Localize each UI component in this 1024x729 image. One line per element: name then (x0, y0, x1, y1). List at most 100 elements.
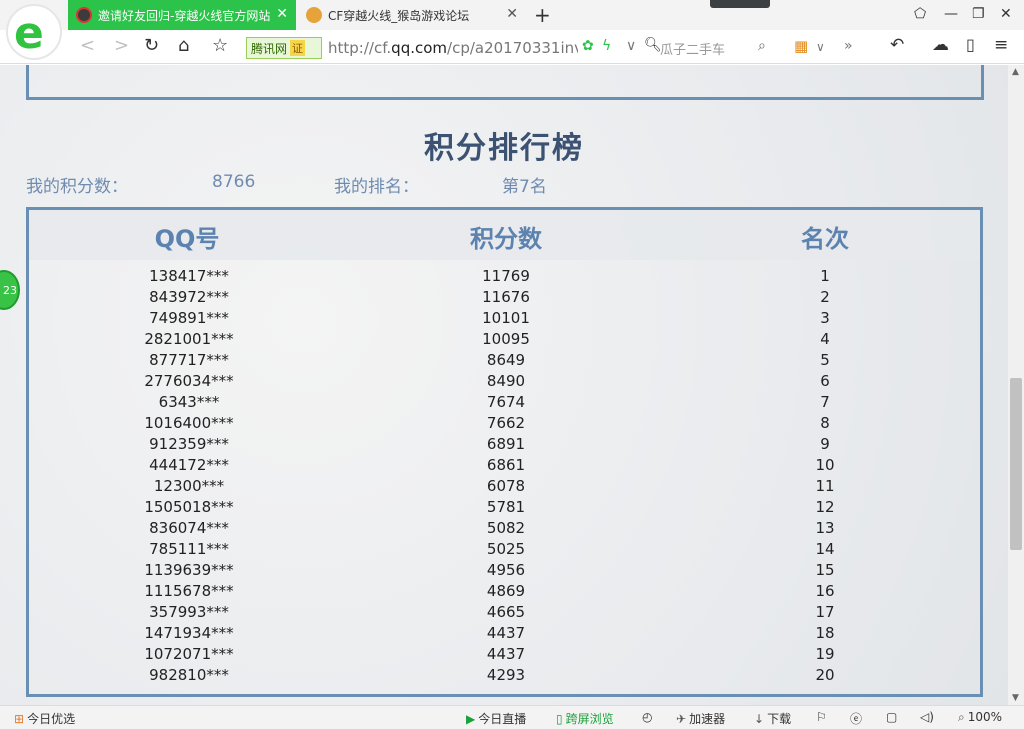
cell-points: 10095 (482, 330, 530, 348)
phone-icon[interactable]: ▯ (966, 35, 975, 54)
address-dropdown-icon[interactable]: ∨ (626, 38, 636, 54)
cell-rank: 7 (820, 393, 830, 411)
cross-screen-label: 跨屏浏览 (565, 712, 614, 726)
cell-rank: 14 (815, 540, 835, 558)
cell-qq: 2776034*** (144, 372, 234, 390)
scroll-up-icon[interactable]: ▲ (1012, 67, 1019, 77)
cell-rank: 6 (820, 372, 830, 390)
monkey-favicon-icon (306, 7, 322, 23)
volume-icon[interactable]: ◁) (920, 710, 934, 724)
cell-rank: 20 (815, 666, 835, 684)
table-row: 12300*** 6078 11 (29, 476, 980, 497)
cross-screen-button[interactable]: ▯ 跨屏浏览 (556, 710, 614, 727)
new-tab-button[interactable]: + (534, 3, 551, 27)
url-domain: qq.com (391, 39, 448, 57)
cell-points: 7674 (486, 393, 526, 411)
site-verify-badge[interactable]: 腾讯网 证 (246, 37, 322, 59)
skin-icon[interactable]: ⬠ (914, 6, 926, 22)
security-shield-icon[interactable]: ✿ (582, 38, 594, 54)
vertical-scrollbar[interactable]: ▲ ▼ (1008, 65, 1024, 705)
window-icon[interactable]: ▢ (886, 710, 897, 724)
verify-cert-badge: 证 (290, 40, 306, 56)
undo-icon[interactable]: ↶ (890, 35, 904, 55)
cell-rank: 2 (820, 288, 830, 306)
tab-title: CF穿越火线_猴岛游戏论坛 (328, 8, 470, 23)
tab-title: 邀请好友回归-穿越火线官方网站 (98, 8, 271, 23)
menu-icon[interactable]: ≡ (994, 35, 1008, 55)
cell-qq: 12300*** (153, 477, 225, 495)
page-title: 积分排行榜 (424, 131, 584, 166)
cell-points: 11769 (482, 267, 530, 285)
apps-icon[interactable]: ▦ (794, 37, 808, 55)
my-rank-value: 第7名 (502, 177, 547, 197)
close-tab-icon[interactable]: ✕ (506, 6, 518, 22)
column-header-qq: QQ号 (154, 225, 220, 253)
cell-qq: 749891*** (149, 309, 229, 327)
close-window-icon[interactable]: ✕ (1000, 6, 1012, 22)
forward-icon[interactable]: > (114, 35, 129, 56)
cell-qq: 1115678*** (144, 582, 234, 600)
ie-icon[interactable]: ⓔ (850, 710, 862, 727)
cell-qq: 2821001*** (144, 330, 234, 348)
cell-rank: 3 (820, 309, 830, 327)
address-input[interactable]: http://cf.qq.com/cp/a20170331inv (328, 39, 578, 57)
cell-points: 6078 (486, 477, 526, 495)
zoom-control[interactable]: ⌕ 100% (958, 710, 1002, 725)
cell-rank: 5 (820, 351, 830, 369)
navigation-bar: < > ↻ ⌂ ☆ 腾讯网 证 http://cf.qq.com/cp/a201… (0, 30, 1024, 64)
download-label: 下载 (767, 712, 792, 726)
cell-qq: 1471934*** (144, 624, 234, 642)
table-row: 2821001*** 10095 4 (29, 329, 980, 350)
table-row: 912359*** 6891 9 (29, 434, 980, 455)
tab-inactive[interactable]: CF穿越火线_猴岛游戏论坛 ✕ (298, 0, 526, 30)
cell-points: 4956 (486, 561, 526, 579)
page-content: 积分排行榜 我的积分数： 8766 我的排名： 第7名 QQ号 积分数 名次 1… (0, 65, 1008, 705)
column-header-rank: 名次 (801, 225, 849, 253)
table-body: 138417*** 11769 1 843972*** 11676 2 749891*** 1… (29, 266, 980, 686)
favorite-star-icon[interactable]: ☆ (212, 35, 228, 56)
flag-icon[interactable]: ⚐ (816, 710, 827, 724)
cell-points: 6891 (486, 435, 526, 453)
scrollbar-thumb[interactable] (1010, 378, 1022, 550)
scroll-down-icon[interactable]: ▼ (1012, 693, 1019, 703)
cell-rank: 15 (815, 561, 835, 579)
accelerator-label: 加速器 (689, 712, 726, 726)
search-icon[interactable]: ⌕ (758, 38, 766, 54)
cell-qq: 444172*** (149, 456, 229, 474)
play-icon: ▶ (466, 712, 476, 726)
table-row: 1016400*** 7662 8 (29, 413, 980, 434)
cell-qq: 1016400*** (144, 414, 234, 432)
minimize-icon[interactable]: — (944, 6, 958, 22)
cell-rank: 4 (820, 330, 830, 348)
tab-active[interactable]: 邀请好友回归-穿越火线官方网站 ✕ (68, 0, 296, 30)
more-icon[interactable]: » (844, 38, 853, 54)
apps-dropdown-icon[interactable]: ∨ (816, 40, 825, 54)
my-points-label: 我的积分数： (26, 177, 128, 197)
live-button[interactable]: ▶ 今日直播 (466, 710, 526, 727)
my-rank-label: 我的排名： (334, 177, 419, 197)
cell-qq: 843972*** (149, 288, 229, 306)
table-row: 982810*** 4293 20 (29, 665, 980, 686)
speed-bolt-icon[interactable]: ϟ (602, 38, 611, 54)
restore-icon[interactable]: ❐ (972, 6, 985, 22)
download-button[interactable]: ↓ 下载 (754, 710, 791, 727)
cell-points: 7662 (486, 414, 526, 432)
accelerator-button[interactable]: ✈ 加速器 (676, 710, 725, 727)
table-row: 6343*** 7674 7 (29, 392, 980, 413)
table-row: 444172*** 6861 10 (29, 455, 980, 476)
table-row: 138417*** 11769 1 (29, 266, 980, 287)
home-icon[interactable]: ⌂ (178, 35, 189, 56)
cell-qq: 1072071*** (144, 645, 234, 663)
cell-qq: 836074*** (149, 519, 229, 537)
close-tab-icon[interactable]: ✕ (276, 6, 288, 22)
history-icon[interactable]: ◴ (642, 710, 652, 724)
leaderboard-table: QQ号 积分数 名次 138417*** 11769 1 843972*** 11676… (26, 207, 983, 697)
back-icon[interactable]: < (80, 35, 95, 56)
cell-points: 5082 (486, 519, 526, 537)
cell-rank: 18 (815, 624, 835, 642)
refresh-icon[interactable]: ↻ (144, 35, 159, 56)
cloud-icon[interactable]: ☁ (932, 35, 949, 55)
cell-rank: 1 (820, 267, 830, 285)
search-input[interactable]: 瓜子二手车 (660, 39, 750, 58)
today-picks-button[interactable]: ⊞ 今日优选 (14, 710, 75, 727)
